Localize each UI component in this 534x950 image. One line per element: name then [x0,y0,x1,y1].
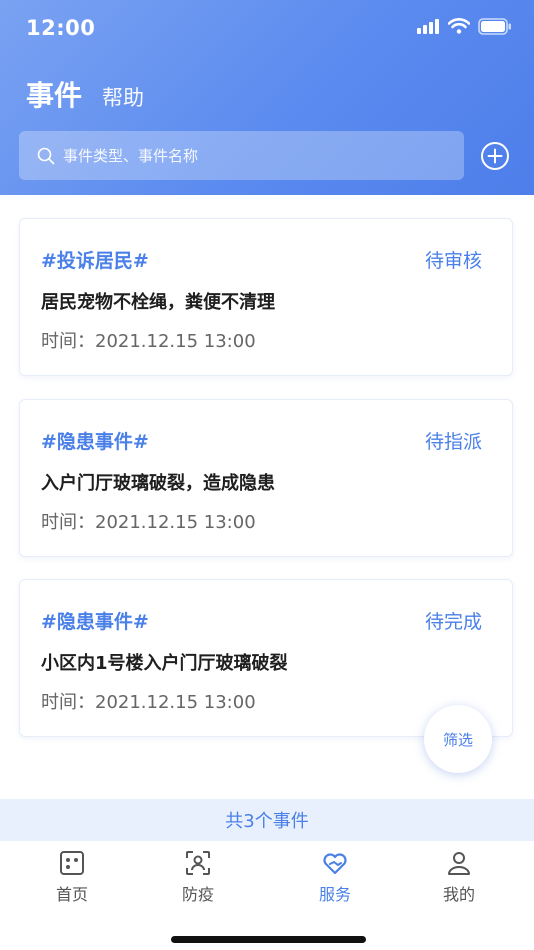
event-title: 入户门厅玻璃破裂，造成隐患 [41,473,275,494]
search-icon [37,147,55,164]
tab-epidemic[interactable]: 防疫 [153,849,243,909]
tab-label: 我的 [442,885,475,904]
title-row: 事件 帮助 [26,74,144,114]
event-status: 待完成 [424,611,482,633]
event-status: 待指派 [424,431,482,453]
add-event-button[interactable] [480,141,510,171]
status-bar: 12:00 [0,0,534,56]
event-time: 时间：2021.12.15 13:00 [41,512,256,533]
tab-service[interactable]: 服务 [290,849,380,909]
event-title: 居民宠物不栓绳，粪便不清理 [41,292,275,313]
status-time: 12:00 [26,16,96,40]
event-tag: #隐患事件# [41,611,149,633]
user-icon [448,852,470,875]
event-tag: #投诉居民# [41,250,149,272]
tab-label: 首页 [55,885,88,904]
tab-mine[interactable]: 我的 [414,849,504,909]
tab-home[interactable]: 首页 [27,849,117,909]
total-count: 共3个事件 [225,811,309,832]
home-icon [60,851,84,875]
home-indicator [171,936,366,943]
event-time: 时间：2021.12.15 13:00 [41,331,256,352]
event-title: 小区内1号楼入户门厅玻璃破裂 [41,653,288,674]
event-tag: #隐患事件# [41,431,149,453]
status-icons [416,16,512,36]
event-time: 时间：2021.12.15 13:00 [41,692,256,713]
event-card[interactable]: #隐患事件# 待指派 入户门厅玻璃破裂，造成隐患 时间：2021.12.15 1… [19,399,513,557]
scan-face-icon [186,851,210,875]
page-title: 事件 [26,79,83,112]
heart-service-icon [323,853,347,875]
filter-button[interactable]: 筛选 [424,705,492,773]
header: 12:00 事件 帮助 [0,0,534,195]
search-box[interactable] [19,131,464,180]
tab-label: 防疫 [181,885,214,904]
battery-icon [478,17,511,35]
signal-icon [417,19,439,34]
search-input[interactable] [63,146,443,165]
tab-label: 服务 [318,885,351,904]
wifi-icon [448,18,470,34]
event-status: 待审核 [424,250,482,272]
help-link[interactable]: 帮助 [102,82,144,112]
event-card[interactable]: #投诉居民# 待审核 居民宠物不栓绳，粪便不清理 时间：2021.12.15 1… [19,218,513,376]
tab-bar: 首页 防疫 服务 我的 [0,841,534,950]
total-count-bar: 共3个事件 [0,799,534,841]
